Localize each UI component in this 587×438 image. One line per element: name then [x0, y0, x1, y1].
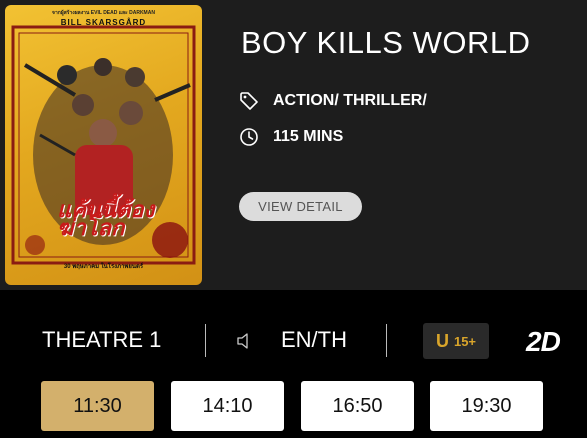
movie-panel: จากผู้สร้างผลงาน EVIL DEAD และ DARKMAN B… [0, 0, 587, 290]
rating-age: 15+ [453, 333, 477, 349]
duration-row: 115 MINS [239, 127, 343, 147]
poster-thai-title: แค้นนี้ต้องฆ่าโลก [57, 197, 155, 240]
showtimes-row: 11:30 14:10 16:50 19:30 [0, 381, 587, 431]
theatre-label: THEATRE 1 [42, 327, 162, 352]
session-info-bar: THEATRE 1 EN/TH U 15+ 2D [0, 318, 587, 364]
divider [205, 324, 206, 357]
divider [386, 324, 387, 357]
movie-poster[interactable]: จากผู้สร้างผลงาน EVIL DEAD และ DARKMAN B… [5, 5, 202, 285]
rating-prefix: U [435, 330, 449, 351]
movie-genre: ACTION/ THRILLER/ [273, 92, 427, 109]
poster-release-date: 30 พฤษภาคม ในโรงภาพยนตร์ [63, 264, 144, 270]
tag-icon [239, 91, 259, 111]
view-detail-button[interactable]: VIEW DETAIL [239, 192, 362, 221]
speaker-icon [236, 332, 254, 350]
movie-title: BOY KILLS WORLD [241, 25, 531, 60]
poster-artwork [11, 25, 196, 265]
language-label: EN/TH [281, 327, 347, 352]
age-rating-badge: U 15+ [423, 323, 489, 359]
poster-actor: BILL SKARSGÅRD [60, 18, 147, 27]
poster-tagline: จากผู้สร้างผลงาน EVIL DEAD และ DARKMAN [52, 10, 155, 16]
format-label: 2D [526, 326, 561, 357]
showtime-button[interactable]: 19:30 [430, 381, 543, 431]
clock-icon [239, 127, 259, 147]
showtime-button[interactable]: 16:50 [301, 381, 414, 431]
movie-duration: 115 MINS [273, 128, 344, 145]
genre-row: ACTION/ THRILLER/ [239, 91, 427, 111]
showtime-button[interactable]: 14:10 [171, 381, 284, 431]
showtime-button[interactable]: 11:30 [41, 381, 154, 431]
